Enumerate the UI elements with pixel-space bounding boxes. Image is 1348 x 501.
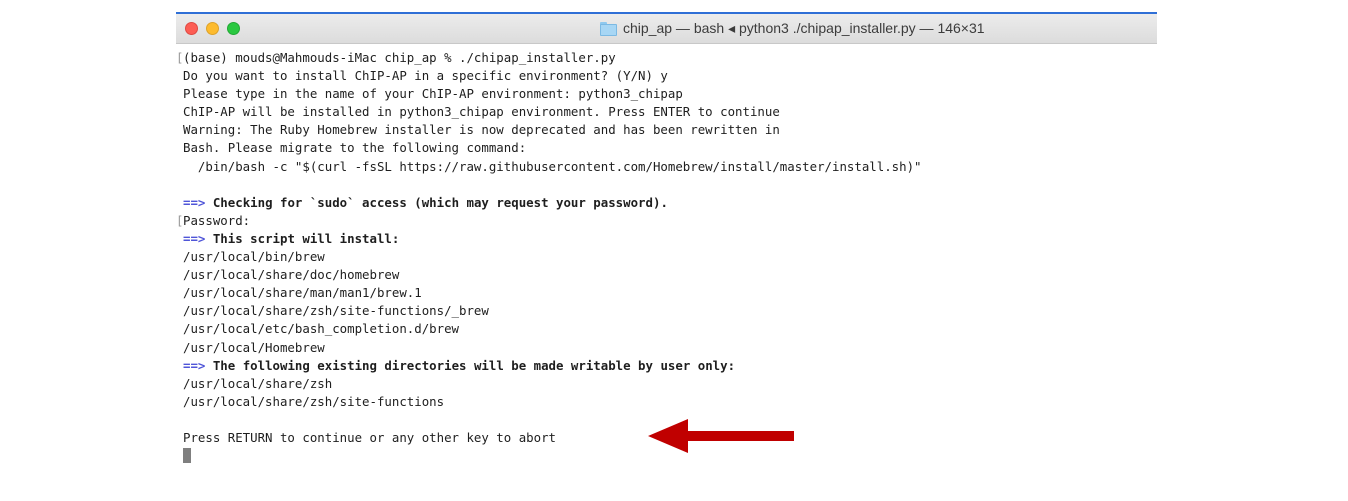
- line-text: (base) mouds@Mahmouds-iMac chip_ap % ./c…: [183, 50, 616, 65]
- terminal-line: ChIP-AP will be installed in python3_chi…: [176, 103, 1157, 121]
- terminal-line: /usr/local/share/man/man1/brew.1: [176, 284, 1157, 302]
- arrow-prefix: ==>: [183, 230, 206, 246]
- terminal-line: ==> The following existing directories w…: [176, 357, 1157, 375]
- terminal-line: Do you want to install ChIP-AP in a spec…: [176, 67, 1157, 85]
- arrow-prefix: ==>: [183, 357, 206, 373]
- line-text: Bash. Please migrate to the following co…: [183, 140, 527, 156]
- line-text: Press RETURN to continue or any other ke…: [183, 429, 556, 445]
- line-marker: [: [176, 212, 184, 228]
- line-text: Checking for `sudo` access (which may re…: [205, 194, 668, 210]
- terminal-line: /usr/local/Homebrew: [176, 339, 1157, 357]
- minimize-button[interactable]: [206, 22, 219, 35]
- arrow-prefix: ==>: [183, 194, 206, 210]
- terminal-line: /usr/local/share/doc/homebrew: [176, 266, 1157, 284]
- folder-icon: [600, 21, 617, 36]
- terminal-line: /usr/local/etc/bash_completion.d/brew: [176, 320, 1157, 338]
- text-cursor: [183, 448, 191, 464]
- line-text: /usr/local/share/doc/homebrew: [183, 267, 400, 283]
- line-text: Please type in the name of your ChIP-AP …: [183, 86, 683, 102]
- terminal-line: [Password:: [176, 212, 1157, 230]
- terminal-output[interactable]: [(base) mouds@Mahmouds-iMac chip_ap % ./…: [176, 44, 1157, 484]
- terminal-line: /bin/bash -c "$(curl -fsSL https://raw.g…: [176, 158, 1157, 176]
- terminal-line: ==> Checking for `sudo` access (which ma…: [176, 194, 1157, 212]
- line-text: /usr/local/bin/brew: [183, 249, 325, 265]
- line-text: /usr/local/share/zsh/site-functions: [183, 393, 445, 409]
- zoom-button[interactable]: [227, 22, 240, 35]
- line-text: Do you want to install ChIP-AP in a spec…: [183, 68, 668, 84]
- terminal-line: [(base) mouds@Mahmouds-iMac chip_ap % ./…: [176, 49, 1157, 67]
- terminal-line: /usr/local/share/zsh/site-functions/_bre…: [176, 302, 1157, 320]
- title-bar: chip_ap — bash ◂ python3 ./chipap_instal…: [176, 14, 1157, 44]
- terminal-line: /usr/local/share/zsh/site-functions: [176, 393, 1157, 411]
- close-button[interactable]: [185, 22, 198, 35]
- terminal-line: /usr/local/bin/brew: [176, 248, 1157, 266]
- window-title: chip_ap — bash ◂ python3 ./chipap_instal…: [600, 20, 985, 37]
- window-title-text: chip_ap — bash ◂ python3 ./chipap_instal…: [623, 20, 985, 36]
- line-text: This script will install:: [205, 230, 400, 246]
- line-text: /usr/local/Homebrew: [183, 339, 325, 355]
- line-text: Warning: The Ruby Homebrew installer is …: [183, 122, 780, 138]
- terminal-line: Please type in the name of your ChIP-AP …: [176, 85, 1157, 103]
- line-text: /usr/local/share/zsh: [183, 375, 333, 391]
- line-marker: [: [176, 50, 184, 65]
- terminal-line: Warning: The Ruby Homebrew installer is …: [176, 121, 1157, 139]
- line-text: ChIP-AP will be installed in python3_chi…: [183, 104, 780, 120]
- line-text: /usr/local/share/zsh/site-functions/_bre…: [183, 303, 489, 319]
- line-text: The following existing directories will …: [205, 357, 736, 373]
- terminal-line: /usr/local/share/zsh: [176, 375, 1157, 393]
- terminal-window: chip_ap — bash ◂ python3 ./chipap_instal…: [176, 12, 1157, 484]
- terminal-line: ==> This script will install:: [176, 230, 1157, 248]
- window-controls: [185, 22, 240, 35]
- red-arrow-icon: [648, 419, 794, 453]
- line-text: /bin/bash -c "$(curl -fsSL https://raw.g…: [183, 158, 922, 174]
- line-text: /usr/local/etc/bash_completion.d/brew: [183, 321, 460, 337]
- line-text: Password:: [183, 212, 251, 228]
- line-text: /usr/local/share/man/man1/brew.1: [183, 285, 422, 301]
- terminal-line: Bash. Please migrate to the following co…: [176, 139, 1157, 157]
